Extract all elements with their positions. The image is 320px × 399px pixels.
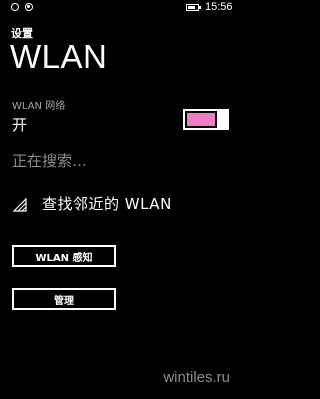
status-bar: 15:56	[0, 0, 240, 18]
wlan-sense-button[interactable]: WLAN 感知	[12, 245, 116, 267]
battery-fill	[188, 6, 195, 9]
battery-icon	[186, 4, 201, 11]
notification-dot-icon	[25, 3, 33, 11]
find-nearby-wlan[interactable]: 查找邻近的 WLAN	[12, 193, 172, 214]
find-nearby-label: 查找邻近的 WLAN	[42, 195, 172, 213]
wlan-state-text: 开	[12, 116, 28, 134]
status-time: 15:56	[205, 1, 233, 13]
wlan-toggle[interactable]	[183, 109, 229, 130]
searching-status: 正在搜索…	[12, 152, 88, 170]
watermark: wintiles.ru	[163, 369, 230, 386]
toggle-knob[interactable]	[217, 109, 229, 130]
page-title: WLAN	[10, 38, 108, 75]
notification-dot-icon	[11, 3, 19, 11]
status-left-icons	[11, 3, 33, 11]
wifi-signal-icon	[12, 196, 28, 212]
wlan-network-label: WLAN 网络	[12, 101, 66, 112]
manage-button[interactable]: 管理	[12, 288, 116, 310]
toggle-fill	[187, 113, 215, 126]
